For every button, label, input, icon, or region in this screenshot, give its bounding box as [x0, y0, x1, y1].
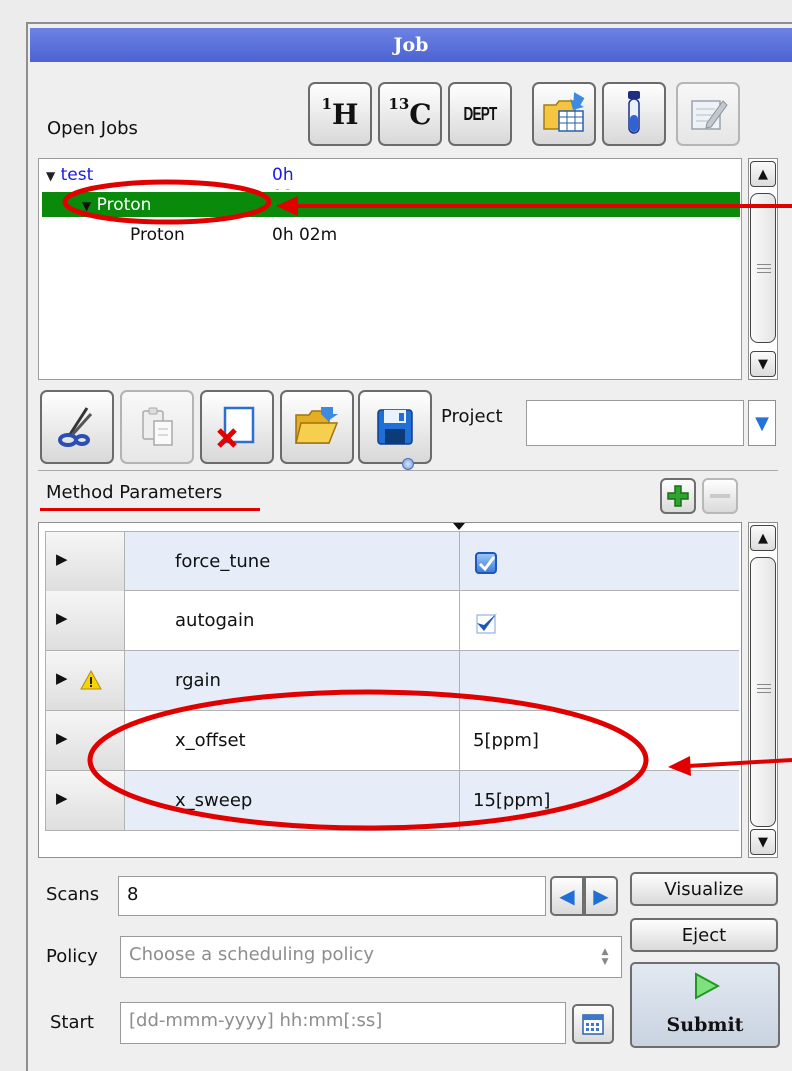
annotation-arrowhead — [668, 756, 691, 776]
annotation-ellipse-params — [87, 689, 649, 831]
annotation-ellipse-proton — [62, 179, 272, 225]
annotation-arrowhead — [276, 196, 298, 216]
annotation-arrow-line — [687, 758, 792, 768]
red-annotation-overlay — [62, 179, 792, 831]
